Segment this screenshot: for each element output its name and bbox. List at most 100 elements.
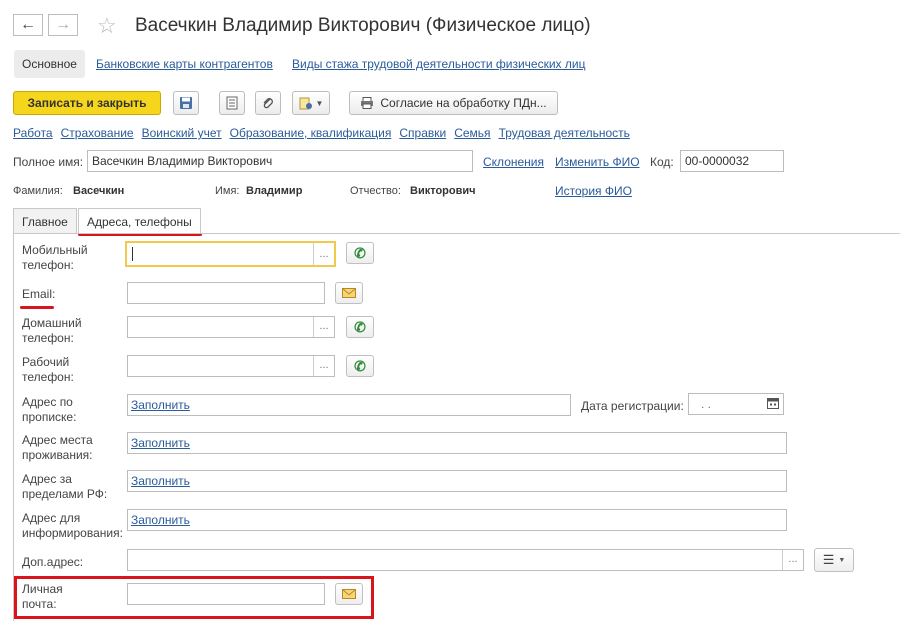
home-phone-input[interactable]: ... xyxy=(127,316,335,338)
info-label-line2: информирования: xyxy=(22,526,123,540)
send-email-button[interactable] xyxy=(335,282,363,304)
mobile-phone-label: Мобильный телефон: xyxy=(22,243,88,273)
phone-icon: ✆ xyxy=(354,244,366,261)
save-button[interactable] xyxy=(173,91,199,115)
extra-menu-button[interactable]: ☰ ▼ xyxy=(814,548,854,572)
calendar-icon[interactable] xyxy=(767,397,779,412)
tab-main[interactable]: Основное xyxy=(14,50,85,78)
create-based-on-button[interactable]: ▼ xyxy=(292,91,330,115)
page-title: Васечкин Владимир Викторович (Физическое… xyxy=(135,15,591,36)
tab-bank-cards[interactable]: Банковские карты контрагентов xyxy=(88,50,281,78)
work-label-line2: телефон: xyxy=(22,370,74,384)
living-address-label: Адрес места проживания: xyxy=(22,433,93,463)
menu-icon: ☰ xyxy=(822,552,835,567)
link-insurance[interactable]: Страхование xyxy=(61,126,134,140)
email-label: Email: xyxy=(22,287,56,301)
home-phone-label: Домашний телефон: xyxy=(22,316,82,346)
abroad-label-line2: пределами РФ: xyxy=(22,487,108,501)
chevron-down-icon: ▼ xyxy=(838,556,846,564)
call-home-button[interactable]: ✆ xyxy=(346,316,374,338)
abroad-fill-link[interactable]: Заполнить xyxy=(131,474,190,488)
extra-select-button[interactable]: ... xyxy=(782,550,803,570)
email-input[interactable] xyxy=(127,282,325,304)
work-label-line1: Рабочий xyxy=(22,355,70,369)
patronymic-value: Викторович xyxy=(410,185,476,197)
extra-address-label: Доп.адрес: xyxy=(22,555,84,569)
abroad-label-line1: Адрес за xyxy=(22,472,72,486)
registration-fill-link[interactable]: Заполнить xyxy=(131,398,190,412)
phone-icon: ✆ xyxy=(354,318,366,335)
work-phone-input[interactable]: ... xyxy=(127,355,335,377)
abroad-address-input[interactable]: Заполнить xyxy=(127,470,787,492)
work-select-button[interactable]: ... xyxy=(313,356,334,376)
consent-button[interactable]: Согласие на обработку ПДн... xyxy=(349,91,558,115)
phone-icon: ✆ xyxy=(354,357,366,374)
mobile-select-button[interactable]: ... xyxy=(313,243,334,265)
call-work-button[interactable]: ✆ xyxy=(346,355,374,377)
surname-label: Фамилия: xyxy=(13,185,63,197)
floppy-icon xyxy=(180,97,192,109)
create-based-icon xyxy=(299,97,312,110)
forward-button[interactable]: → xyxy=(48,14,78,36)
link-military[interactable]: Воинский учет xyxy=(142,126,222,140)
declensions-link[interactable]: Склонения xyxy=(483,155,544,169)
info-address-label: Адрес для информирования: xyxy=(22,511,123,541)
link-family[interactable]: Семья xyxy=(454,126,490,140)
tab-general[interactable]: Главное xyxy=(13,208,77,234)
send-personal-email-button[interactable] xyxy=(335,583,363,605)
surname-value: Васечкин xyxy=(73,185,125,197)
extra-address-input[interactable]: ... xyxy=(127,549,804,571)
mobile-label-line2: телефон: xyxy=(22,258,74,272)
full-name-value: Васечкин Владимир Викторович xyxy=(92,154,273,168)
info-fill-link[interactable]: Заполнить xyxy=(131,513,190,527)
code-input[interactable]: 00-0000032 xyxy=(680,150,784,172)
abroad-address-label: Адрес за пределами РФ: xyxy=(22,472,107,502)
registration-address-label: Адрес по прописке: xyxy=(22,395,76,425)
patronymic-label: Отчество: xyxy=(350,185,401,197)
mobile-phone-input[interactable]: ... xyxy=(125,241,336,267)
tab-work-experience[interactable]: Виды стажа трудовой деятельности физичес… xyxy=(284,50,593,78)
link-education[interactable]: Образование, квалификация xyxy=(230,126,392,140)
back-button[interactable]: ← xyxy=(13,14,43,36)
personal-email-label: Личная почта: xyxy=(22,582,63,612)
attach-button[interactable] xyxy=(255,91,281,115)
code-label: Код: xyxy=(650,155,674,169)
fio-history-link[interactable]: История ФИО xyxy=(555,184,632,198)
tab-addresses-phones[interactable]: Адреса, телефоны xyxy=(78,208,201,234)
full-name-label: Полное имя: xyxy=(13,155,84,169)
envelope-icon xyxy=(342,589,356,599)
change-fio-link[interactable]: Изменить ФИО xyxy=(555,155,640,169)
mobile-label-line1: Мобильный xyxy=(22,243,88,257)
consent-label: Согласие на обработку ПДн... xyxy=(380,96,547,110)
info-address-input[interactable]: Заполнить xyxy=(127,509,787,531)
sub-navigation: Работа Страхование Воинский учет Образов… xyxy=(13,126,630,140)
document-icon xyxy=(226,96,238,110)
arrow-right-icon: → xyxy=(55,16,71,33)
live-label-line2: проживания: xyxy=(22,448,93,462)
living-fill-link[interactable]: Заполнить xyxy=(131,436,190,450)
live-label-line1: Адрес места xyxy=(22,433,93,447)
document-list-button[interactable] xyxy=(219,91,245,115)
living-address-input[interactable]: Заполнить xyxy=(127,432,787,454)
home-label-line1: Домашний xyxy=(22,316,82,330)
registration-address-input[interactable]: Заполнить xyxy=(127,394,571,416)
save-close-button[interactable]: Записать и закрыть xyxy=(13,91,161,115)
link-labor[interactable]: Трудовая деятельность xyxy=(499,126,630,140)
work-phone-label: Рабочий телефон: xyxy=(22,355,74,385)
paperclip-icon xyxy=(263,98,273,109)
star-icon[interactable]: ☆ xyxy=(97,13,117,39)
home-label-line2: телефон: xyxy=(22,331,74,345)
chevron-down-icon: ▼ xyxy=(315,98,324,108)
full-name-input[interactable]: Васечкин Владимир Викторович xyxy=(87,150,473,172)
code-value: 00-0000032 xyxy=(685,154,750,168)
registration-date-input[interactable]: . . xyxy=(688,393,784,415)
personal-label-line2: почта: xyxy=(22,597,57,611)
home-select-button[interactable]: ... xyxy=(313,317,334,337)
personal-email-input[interactable] xyxy=(127,583,325,605)
link-work[interactable]: Работа xyxy=(13,126,53,140)
link-certificates[interactable]: Справки xyxy=(399,126,446,140)
envelope-icon xyxy=(342,288,356,298)
info-label-line1: Адрес для xyxy=(22,511,81,525)
reg-label-line2: прописке: xyxy=(22,410,77,424)
call-mobile-button[interactable]: ✆ xyxy=(346,242,374,264)
